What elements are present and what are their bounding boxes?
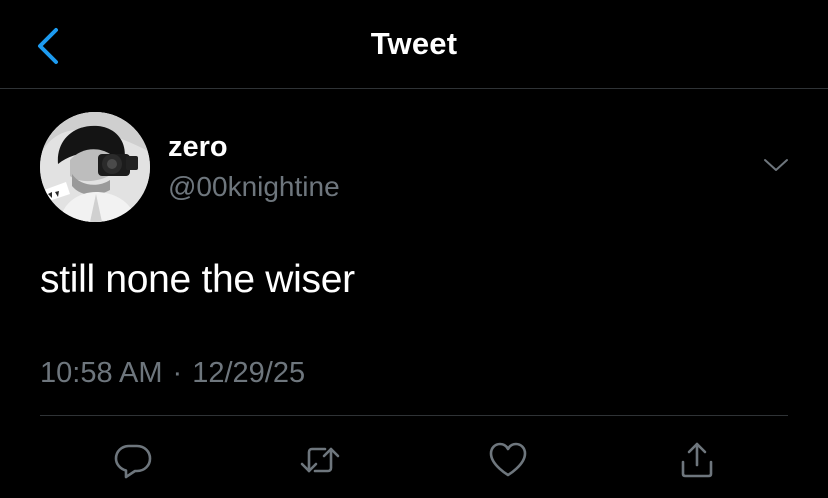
meta-separator: · (172, 357, 183, 389)
retweet-button[interactable] (298, 438, 342, 482)
reply-button[interactable] (111, 438, 155, 482)
avatar-image (40, 112, 150, 222)
display-name[interactable]: zero (168, 131, 228, 164)
tweet-time[interactable]: 10:58 AM (40, 357, 163, 389)
heart-icon (489, 442, 527, 477)
page-title: Tweet (370, 26, 458, 61)
tweet-timestamp: 10:58 AM · 12/29/25 (40, 357, 305, 390)
divider (40, 415, 788, 416)
share-button[interactable] (675, 438, 719, 482)
retweet-icon (300, 447, 340, 473)
tweet-text: still none the wiser (40, 258, 355, 301)
reply-icon (114, 444, 152, 479)
user-handle[interactable]: @00knightine (168, 171, 340, 203)
share-icon (681, 442, 713, 478)
top-bar: Tweet (0, 0, 828, 89)
like-button[interactable] (486, 438, 530, 482)
tweet-date[interactable]: 12/29/25 (192, 357, 305, 389)
more-options-button[interactable] (758, 150, 794, 180)
chevron-down-icon (764, 159, 788, 171)
avatar[interactable] (40, 112, 150, 222)
